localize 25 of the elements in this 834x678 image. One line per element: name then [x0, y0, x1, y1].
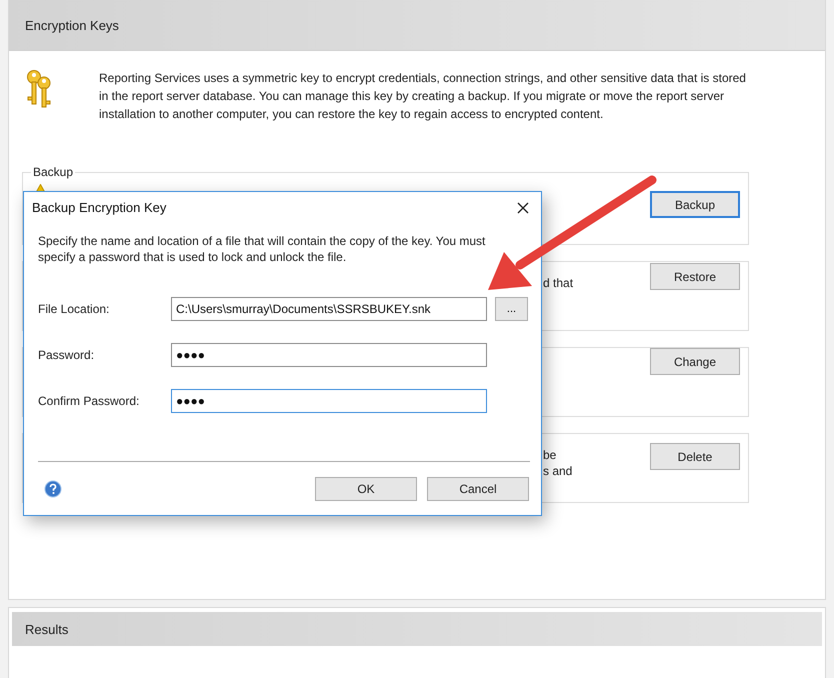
description-text: s and: [543, 464, 574, 479]
input-field[interactable]: C:\Users\smurray\Documents\SSRSBUKEY.snk: [171, 297, 487, 321]
dialog-title: Backup Encryption Key: [32, 200, 166, 215]
field-label: File Location:: [38, 302, 110, 316]
dialog-button[interactable]: OK: [315, 477, 417, 501]
panel-title: Encryption Keys: [25, 18, 119, 32]
help-icon[interactable]: [44, 480, 62, 498]
keys-icon: [25, 69, 53, 109]
input-field[interactable]: ●●●●: [171, 343, 487, 367]
close-button[interactable]: [515, 200, 531, 216]
field-label: Password:: [38, 348, 96, 362]
field-label: Confirm Password:: [38, 394, 140, 408]
intro-text: Reporting Services uses a symmetric key to encrypt credentials, connection strings, and other sensitive data that is stored in the report server database. You can manage this key by creating a backup. If you migrate or move the report server installation to another computer, you can restore the key to regain access to encrypted content.: [99, 70, 746, 123]
section-button[interactable]: Backup: [650, 191, 740, 218]
browse-button[interactable]: ...: [495, 297, 528, 321]
section-button[interactable]: Delete: [650, 443, 740, 470]
dialog-button[interactable]: Cancel: [427, 477, 529, 501]
results-title: Results: [25, 622, 68, 636]
description-text: d that: [543, 276, 574, 291]
description-text: be: [543, 448, 558, 463]
instructions-text: Specify the name and location of a file that will contain the copy of the key. You must specify a password that is used to lock and unlock the file.: [38, 233, 486, 265]
group-title: Backup: [32, 165, 74, 179]
section-button[interactable]: Change: [650, 348, 740, 375]
section-button[interactable]: Restore: [650, 263, 740, 290]
input-field[interactable]: ●●●●: [171, 389, 487, 413]
